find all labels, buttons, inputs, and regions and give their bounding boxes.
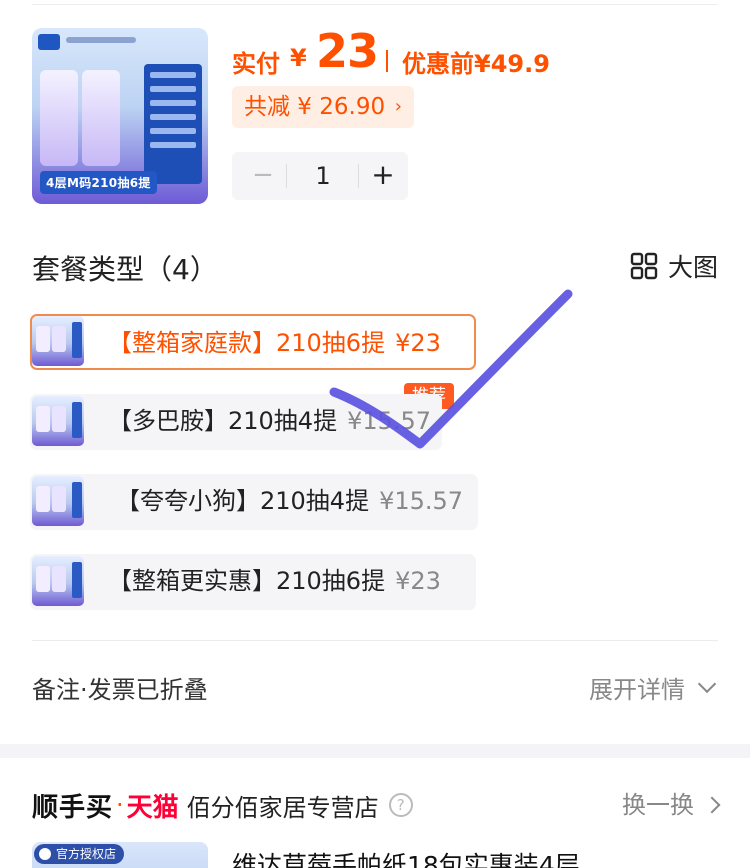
pre-discount-price: 优惠前¥49.9 [402, 50, 550, 78]
option-name: 【夸夸小狗】210抽4提 [116, 487, 370, 515]
option-price: ¥23 [395, 329, 441, 357]
option-price: ¥15.57 [379, 487, 464, 515]
actual-pay-amount: 23 [316, 24, 379, 78]
shunshou-brand-logo: 顺手买 [32, 792, 114, 823]
option-thumbnail [32, 476, 84, 526]
currency-symbol: ¥ [290, 44, 307, 72]
recommended-product-title[interactable]: 维达草莓手帕纸18包实惠装4层 [232, 846, 580, 868]
official-store-badge: 官方授权店 [34, 844, 125, 864]
actual-pay-label: 实付 [232, 50, 280, 78]
big-image-view-button[interactable]: 大图 [630, 248, 718, 284]
tissue-pack-image [40, 70, 78, 166]
stepper-divider [286, 164, 287, 188]
expand-details-label: 展开详情 [589, 676, 685, 704]
quantity-stepper[interactable]: − 1 + [232, 152, 408, 200]
product-info-panel [144, 64, 202, 184]
package-option-puppy[interactable]: 【夸夸小狗】210抽4提 ¥15.57 [30, 474, 478, 530]
stepper-divider [358, 164, 359, 188]
notes-collapsed-label: 备注·发票已折叠 [32, 676, 208, 704]
package-option-family-box[interactable]: 【整箱家庭款】210抽6提 ¥23 [30, 314, 476, 370]
chevron-right-icon [703, 796, 721, 814]
chevron-down-icon [697, 674, 717, 694]
tmall-logo: 天猫 [126, 792, 179, 823]
swap-label: 换一换 [622, 791, 694, 819]
option-price: ¥15.57 [347, 407, 432, 435]
swap-button[interactable]: 换一换 [622, 784, 721, 826]
brand-logo [38, 34, 60, 50]
section-gap [0, 744, 750, 758]
quantity-value[interactable]: 1 [288, 152, 358, 200]
store-recommend-header: 顺手买 · 天猫 佰分佰家居专营店 ? 换一换 [32, 784, 721, 826]
top-divider [32, 4, 718, 5]
option-price: ¥23 [395, 567, 441, 595]
price-separator [386, 50, 388, 72]
brand-separator: · [116, 791, 124, 819]
big-image-label: 大图 [667, 253, 718, 282]
grid-icon [630, 252, 658, 280]
section-divider [32, 640, 718, 641]
expand-details-button[interactable]: 展开详情 [589, 670, 717, 705]
package-option-value-box[interactable]: 【整箱更实惠】210抽6提 ¥23 [30, 554, 476, 610]
package-type-title: 套餐类型（4） [32, 253, 218, 286]
decrease-quantity-button[interactable]: − [240, 152, 286, 200]
discount-detail-button[interactable]: 共减 ¥ 26.90 › [232, 86, 414, 128]
help-icon[interactable]: ? [388, 793, 413, 817]
chevron-right-icon: › [394, 96, 402, 117]
tissue-pack-image [82, 70, 120, 166]
recommended-product-image[interactable]: 官方授权店 [32, 842, 208, 868]
discount-amount: 共减 ¥ 26.90 [244, 94, 386, 120]
option-name: 【整箱家庭款】210抽6提 [108, 329, 386, 357]
option-thumbnail [32, 396, 84, 446]
option-name: 【整箱更实惠】210抽6提 [108, 567, 386, 595]
option-thumbnail [32, 316, 84, 366]
package-option-dopamine[interactable]: 【多巴胺】210抽4提 ¥15.57 [30, 394, 442, 450]
option-name: 【多巴胺】210抽4提 [108, 407, 338, 435]
product-spec-badge: 4层M码210抽6提 [40, 171, 157, 194]
store-name[interactable]: 佰分佰家居专营店 [187, 788, 379, 823]
store-banner-strip [66, 37, 136, 43]
option-thumbnail [32, 556, 84, 606]
increase-quantity-button[interactable]: + [360, 152, 406, 200]
product-sku-sheet: 4层M码210抽6提 实付 ¥ 23 优惠前¥49.9 共减 ¥ 26.90 ›… [0, 0, 750, 868]
product-main-image[interactable]: 4层M码210抽6提 [32, 28, 208, 204]
